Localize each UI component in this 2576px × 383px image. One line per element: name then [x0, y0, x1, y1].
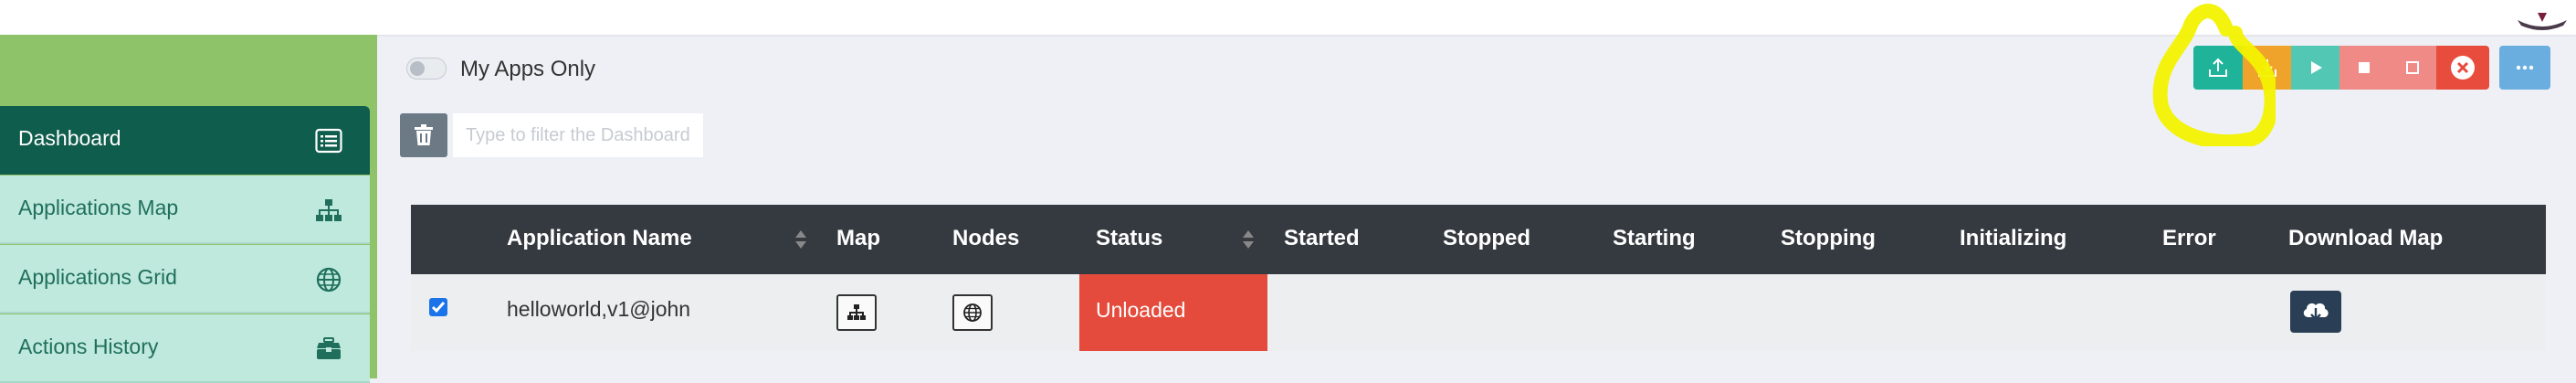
pause-button[interactable]	[2388, 46, 2436, 90]
header-status[interactable]: Status	[1096, 226, 1162, 251]
ellipsis-icon	[2516, 65, 2534, 70]
header-starting: Starting	[1613, 226, 1696, 250]
nodes-button[interactable]	[952, 294, 993, 331]
status-cell: Unloaded	[1079, 274, 1267, 351]
remove-button[interactable]	[2436, 46, 2489, 90]
header-map: Map	[836, 226, 880, 250]
sidebar-item-dashboard[interactable]: Dashboard	[0, 106, 370, 175]
my-apps-only-toggle[interactable]	[406, 58, 447, 80]
table-row[interactable]: helloworld,v1@john Unloaded	[411, 274, 2546, 351]
more-button[interactable]	[2499, 46, 2550, 90]
header-nodes: Nodes	[952, 226, 1020, 250]
stop-button[interactable]	[2339, 46, 2388, 90]
header-stopped: Stopped	[1443, 226, 1530, 250]
header-stopping: Stopping	[1781, 226, 1876, 250]
sort-icon[interactable]	[794, 227, 807, 252]
toolbox-icon	[317, 337, 341, 359]
trash-icon	[415, 124, 433, 145]
sitemap-icon	[847, 304, 866, 320]
stop-icon	[2358, 62, 2370, 73]
download-map-button[interactable]	[2290, 291, 2341, 333]
application-name-cell[interactable]: helloworld,v1@john	[507, 297, 690, 322]
yellow-highlight-annotation	[2152, 4, 2276, 146]
logo-icon	[2518, 13, 2567, 30]
sidebar-item-label: Actions History	[18, 335, 159, 358]
sidebar-item-applications-map[interactable]: Applications Map	[0, 176, 370, 244]
dashboard-filter-input[interactable]	[453, 113, 703, 157]
header-download-map: Download Map	[2288, 226, 2444, 250]
header-application-name[interactable]: Application Name	[507, 226, 692, 251]
start-button[interactable]	[2291, 46, 2339, 90]
square-outline-icon	[2405, 61, 2419, 74]
toggle-knob	[410, 61, 425, 76]
row-checkbox[interactable]	[429, 298, 447, 316]
globe-icon	[316, 267, 342, 293]
sidebar-item-actions-history[interactable]: Actions History	[0, 314, 370, 383]
sidebar-item-label: Applications Map	[18, 196, 179, 219]
header-started: Started	[1284, 226, 1360, 250]
sidebar-divider	[370, 35, 377, 378]
close-circle-icon	[2451, 56, 2475, 80]
sidebar-item-label: Dashboard	[18, 126, 121, 150]
my-apps-only-label: My Apps Only	[460, 57, 596, 81]
map-button[interactable]	[836, 294, 877, 331]
cloud-download-icon	[2303, 303, 2329, 321]
delete-filter-button[interactable]	[400, 113, 447, 157]
globe-icon	[963, 303, 982, 322]
table-header: Application Name Map Nodes Status Starte…	[411, 205, 2546, 274]
check-icon	[431, 302, 446, 314]
list-icon	[315, 128, 342, 154]
header-error: Error	[2162, 226, 2216, 250]
status-badge: Unloaded	[1096, 298, 1186, 322]
sidebar-item-label: Applications Grid	[18, 265, 177, 289]
sort-icon[interactable]	[1242, 227, 1255, 252]
header-initializing: Initializing	[1960, 226, 2067, 250]
sitemap-icon	[316, 199, 342, 221]
sidebar-item-applications-grid[interactable]: Applications Grid	[0, 245, 370, 314]
play-icon	[2310, 61, 2322, 74]
